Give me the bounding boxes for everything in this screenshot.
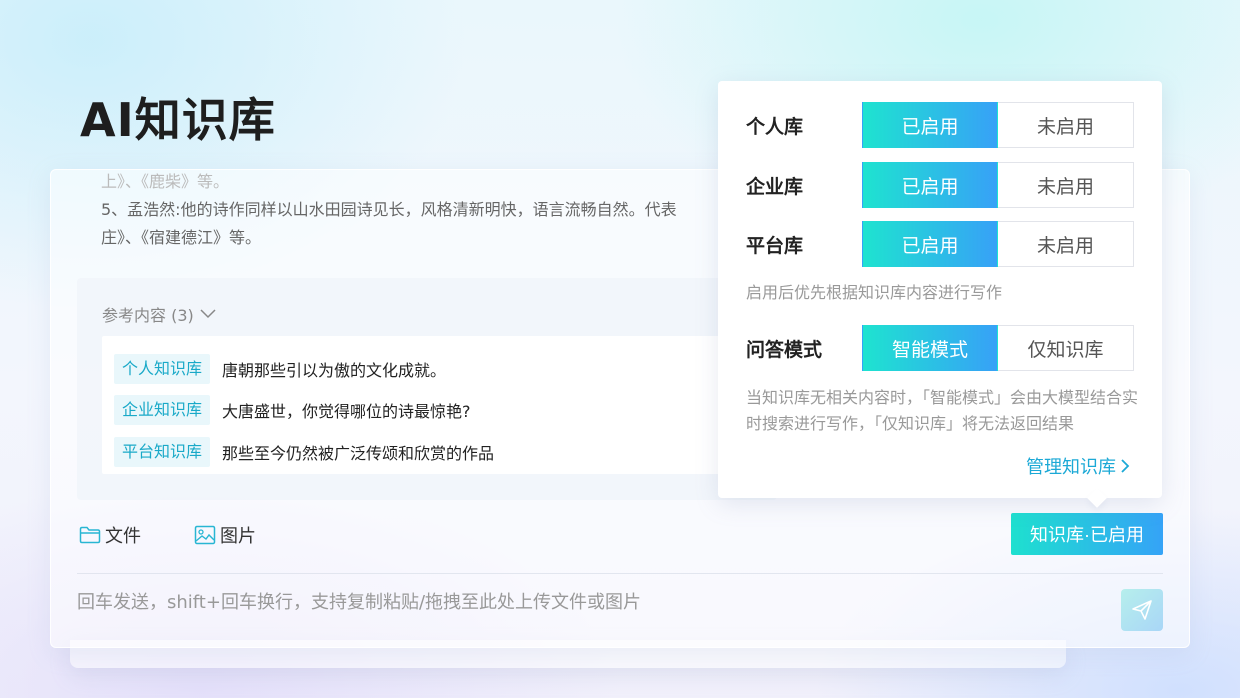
list-item[interactable]: 企业知识库 大唐盛世，你觉得哪位的诗最惊艳? [114, 390, 750, 432]
image-icon [194, 525, 216, 545]
smart-mode-option[interactable]: 智能模式 [862, 325, 998, 371]
qa-mode-hint: 当知识库无相关内容时，「智能模式」会由大模型结合实时搜索进行写作，「仅知识库」将… [746, 388, 1139, 433]
personal-kb-label: 个人库 [746, 115, 804, 138]
kb-hint: 启用后优先根据知识库内容进行写作 [746, 283, 1003, 302]
folder-icon [79, 526, 101, 544]
knowledge-base-status-button[interactable]: 知识库·已启用 [1011, 513, 1163, 555]
enterprise-kb-label: 企业库 [746, 175, 804, 198]
reference-toggle[interactable]: 参考内容 (3) [102, 302, 216, 326]
enterprise-kb-toggle: 已启用 未启用 [862, 162, 1134, 208]
qa-mode-toggle: 智能模式 仅知识库 [862, 325, 1134, 371]
manage-knowledge-base-link[interactable]: 管理知识库 [1026, 453, 1130, 479]
enterprise-kb-enabled-option[interactable]: 已启用 [862, 162, 998, 208]
answer-faded-line: 上》、《鹿柴》等。 [101, 172, 230, 191]
enterprise-kb-disabled-option[interactable]: 未启用 [998, 162, 1134, 208]
platform-kb-toggle: 已启用 未启用 [862, 221, 1134, 267]
enterprise-kb-row: 企业库 已启用 未启用 [746, 162, 1134, 208]
file-label: 文件 [105, 526, 141, 547]
list-item[interactable]: 个人知识库 唐朝那些引以为傲的文化成就。 [114, 348, 750, 390]
knowledge-base-popover: 个人库 已启用 未启用 企业库 已启用 未启用 平台库 已启用 未启用 启用后优… [718, 81, 1162, 498]
paper-plane-icon [1132, 600, 1152, 620]
platform-kb-label: 平台库 [746, 234, 804, 257]
reference-tag: 企业知识库 [114, 395, 211, 426]
list-item[interactable]: 平台知识库 那些至今仍然被广泛传颂和欣赏的作品 [114, 431, 750, 473]
send-button[interactable] [1121, 589, 1163, 631]
qa-mode-label: 问答模式 [746, 338, 823, 361]
image-label: 图片 [220, 526, 256, 547]
reference-text: 大唐盛世，你觉得哪位的诗最惊艳? [222, 402, 471, 422]
answer-line-1: 5、孟浩然:他的诗作同样以山水田园诗见长，风格清新明快，语言流畅自然。代表 [101, 200, 677, 219]
divider [77, 573, 1163, 574]
reference-tag: 平台知识库 [114, 436, 211, 467]
personal-kb-toggle: 已启用 未启用 [862, 102, 1134, 148]
reference-list: 个人知识库 唐朝那些引以为傲的文化成就。 企业知识库 大唐盛世，你觉得哪位的诗最… [102, 336, 762, 474]
chat-input[interactable] [77, 582, 1097, 622]
answer-text: 上》、《鹿柴》等。 5、孟浩然:他的诗作同样以山水田园诗见长，风格清新明快，语言… [101, 172, 741, 252]
platform-kb-enabled-option[interactable]: 已启用 [862, 221, 998, 267]
reference-text: 那些至今仍然被广泛传颂和欣赏的作品 [222, 443, 495, 463]
chevron-down-icon [200, 309, 216, 319]
reference-header-label: 参考内容 (3) [102, 306, 194, 325]
upload-image-button[interactable]: 图片 [194, 522, 256, 548]
answer-line-2: 庄》、《宿建德江》等。 [101, 228, 262, 247]
upload-file-button[interactable]: 文件 [79, 522, 141, 548]
reference-panel: 参考内容 (3) 个人知识库 唐朝那些引以为傲的文化成就。 企业知识库 大唐盛世… [77, 278, 777, 500]
personal-kb-enabled-option[interactable]: 已启用 [862, 102, 998, 148]
page-title: AI知识库 [80, 93, 276, 147]
manage-link-label: 管理知识库 [1026, 457, 1116, 478]
reference-tag: 个人知识库 [114, 353, 211, 384]
qa-mode-row: 问答模式 智能模式 仅知识库 [746, 325, 1134, 371]
chevron-right-icon [1121, 459, 1130, 473]
platform-kb-row: 平台库 已启用 未启用 [746, 221, 1134, 267]
personal-kb-disabled-option[interactable]: 未启用 [998, 102, 1134, 148]
personal-kb-row: 个人库 已启用 未启用 [746, 102, 1134, 148]
kb-only-option[interactable]: 仅知识库 [998, 325, 1134, 371]
reference-text: 唐朝那些引以为傲的文化成就。 [222, 360, 447, 380]
platform-kb-disabled-option[interactable]: 未启用 [998, 221, 1134, 267]
